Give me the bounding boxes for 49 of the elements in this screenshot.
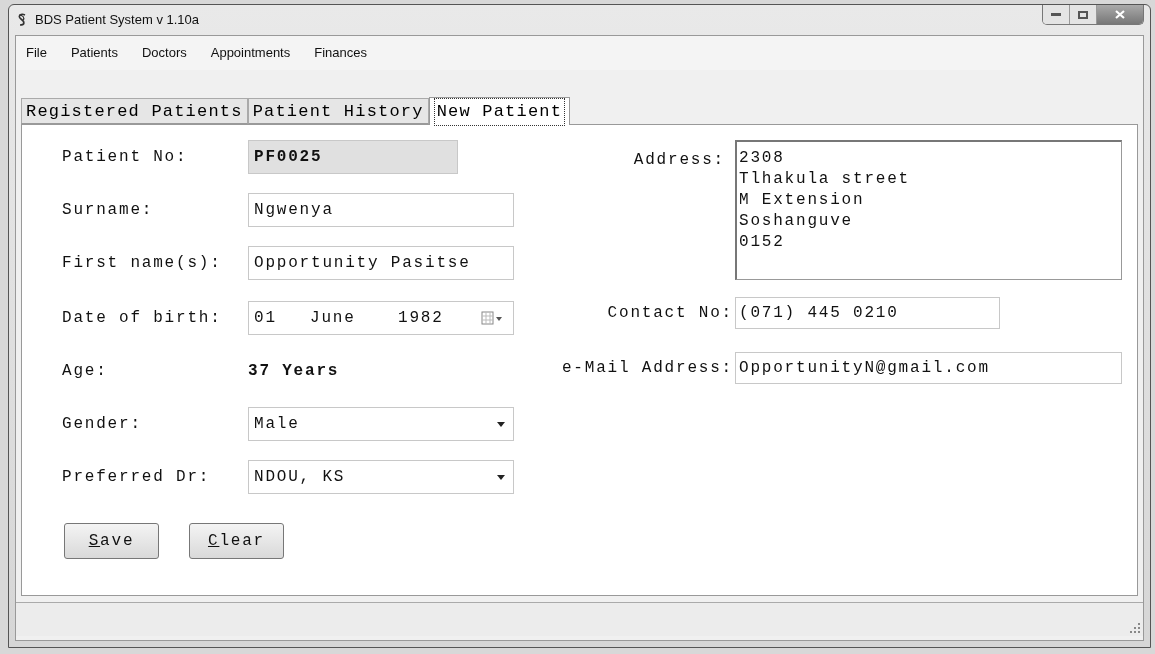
address-line: Tlhakula street (739, 169, 912, 190)
field-label: e-Mail Address: (560, 358, 734, 379)
tab[interactable]: Registered Patients (21, 98, 248, 124)
field-label: Preferred Dr: (62, 467, 212, 488)
address-line: Soshanguve (739, 211, 854, 232)
field-label: Gender: (62, 414, 143, 435)
dropdown-value: Male (254, 414, 300, 435)
calendar-dropdown-icon[interactable] (481, 311, 503, 325)
menu-item[interactable]: Finances (314, 43, 367, 63)
form-button[interactable]: Save (64, 523, 159, 559)
field-label: Date of birth: (62, 308, 223, 329)
menu-item[interactable]: Doctors (141, 43, 187, 63)
form-button[interactable]: C lear (189, 523, 284, 559)
tab[interactable]: New Patient (428, 97, 571, 125)
caret-icon (497, 474, 505, 480)
dropdown-value: NDOU, KS (254, 467, 346, 488)
field-label: Address: (632, 150, 726, 171)
close-icon (1115, 10, 1125, 19)
text-input-field[interactable]: Ngwenya (248, 193, 514, 227)
address-line: M Extension (739, 190, 866, 211)
date-year: 1982 (398, 308, 445, 329)
resize-grip-icon (1130, 623, 1140, 633)
minimize-button[interactable] (1043, 5, 1070, 24)
address-line: 2308 (739, 148, 786, 169)
field-label: Patient No: (62, 147, 189, 168)
patient-number-field: PF0025 (248, 140, 458, 174)
dropdown-field[interactable]: Male (248, 407, 514, 441)
email-field[interactable]: OpportunityN@gmail.com (735, 352, 1122, 384)
menu-item[interactable]: File (26, 43, 47, 63)
window-title: BDS Patient System v 1.10a (35, 11, 200, 30)
address-field[interactable]: 2308 Tlhakula street M Extension Soshanguve 0152 (735, 140, 1122, 280)
dropdown-field[interactable]: NDOU, KS (248, 460, 514, 494)
menu-item[interactable]: Appointments (210, 43, 291, 63)
field-label: Contact No: (606, 303, 734, 324)
caret-icon (497, 421, 505, 427)
field-label: Surname: (62, 200, 155, 221)
close-button[interactable] (1097, 5, 1143, 24)
date-day: 01 (254, 306, 310, 330)
tab[interactable]: Patient History (247, 98, 429, 124)
contact-number-field[interactable]: (071) 445 0210 (735, 297, 1000, 329)
address-line: 0152 (739, 232, 786, 253)
text-input-field[interactable]: Opportunity Pasitse (248, 246, 514, 280)
field-label: Age: (62, 361, 109, 382)
menu-item[interactable]: Patients (70, 43, 118, 63)
age-value: 37 Years (248, 361, 340, 382)
date-month: June (310, 308, 357, 329)
date-picker-field[interactable]: 01 June 1982 (248, 301, 514, 335)
maximize-button[interactable] (1070, 5, 1097, 24)
field-label: First name(s): (62, 253, 223, 274)
